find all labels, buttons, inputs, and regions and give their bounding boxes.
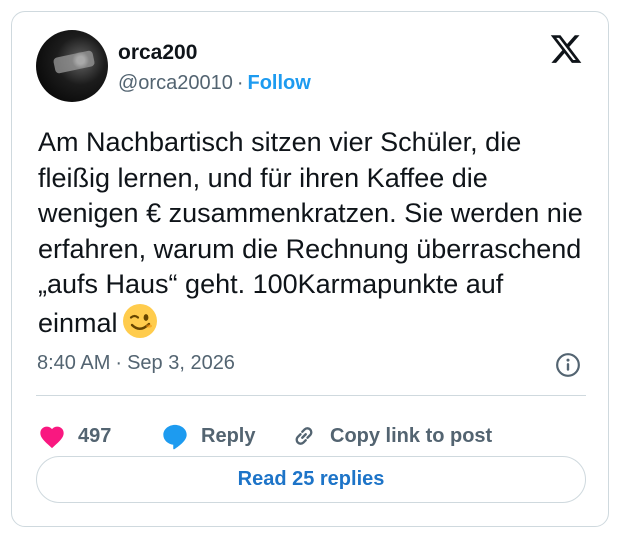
like-button[interactable]: 497 [38,422,111,450]
info-icon[interactable] [555,352,581,378]
reply-label: Reply [201,424,256,447]
like-count: 497 [78,424,112,447]
copy-link-label: Copy link to post [330,424,493,447]
divider [36,395,586,396]
follow-button[interactable]: Follow [248,72,311,94]
tweet-timestamp[interactable]: 8:40 AM · Sep 3, 2026 [37,352,235,375]
heart-icon [40,426,64,449]
copy-link-button[interactable]: Copy link to post [290,422,492,450]
read-replies-label: Read 25 replies [237,468,385,490]
reply-button[interactable]: Reply [161,422,255,450]
tweet-text-block: Am Nachbartisch sitzen vier Schüler, die… [38,125,590,341]
link-icon [295,427,313,445]
tweet-time: 8:40 AM [37,352,111,374]
speech-bubble-icon [163,424,187,450]
tweet-text: Am Nachbartisch sitzen vier Schüler, die… [38,127,583,338]
read-replies-button[interactable]: Read 25 replies [36,456,586,503]
winking-face-emoji [122,303,157,338]
x-logo-icon[interactable] [549,32,583,66]
author-handle[interactable]: @orca20010 [118,72,233,94]
tweet-card: orca200 @orca20010 · Follow Am Nachbartisc… [11,11,609,527]
handle-separator: · [236,72,244,94]
avatar[interactable] [36,30,108,102]
author-display-name[interactable]: orca200 [118,41,197,65]
author-handle-row: @orca20010 · Follow [118,72,311,95]
tweet-date: Sep 3, 2026 [127,352,235,374]
timestamp-separator: · [115,352,123,374]
